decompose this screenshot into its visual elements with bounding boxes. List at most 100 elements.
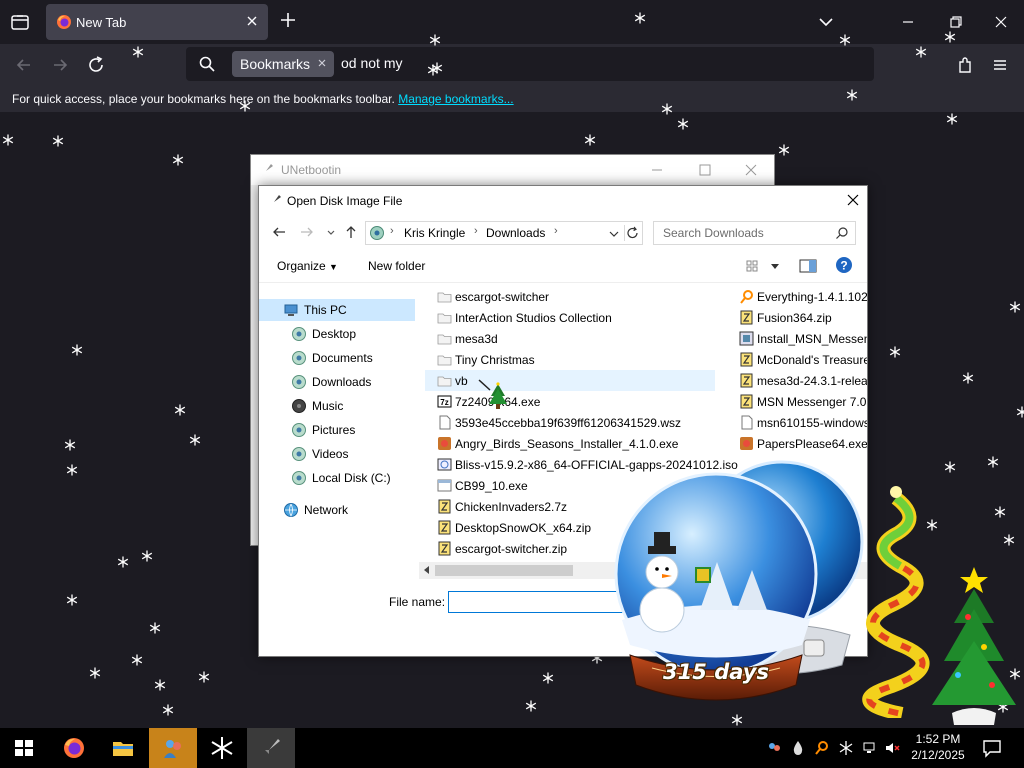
file-name: InterAction Studios Collection [455,311,612,325]
unetbootin-rocket-icon [270,195,281,206]
nav-this-pc[interactable]: This PC [259,299,415,321]
nav-network[interactable]: Network [259,499,415,521]
nav-downloads[interactable]: Downloads [259,371,415,393]
nav-label: Pictures [312,423,356,437]
new-tab-plus-icon[interactable] [278,10,298,30]
nav-label: This PC [304,303,347,317]
everything-search-icon[interactable] [814,740,830,756]
nav-videos[interactable]: Videos [259,443,415,465]
address-bar[interactable]: Bookmarks od not my [186,47,874,81]
snowflake-icon [198,671,210,683]
organize-button[interactable]: Organize ▼ [277,259,338,273]
snowflake-icon[interactable] [838,740,854,756]
nav-music[interactable]: Music [259,395,415,417]
snowflake-icon [1003,534,1015,546]
maximize-icon[interactable] [699,164,711,176]
chevron-down-icon[interactable] [769,260,781,272]
chevron-down-icon[interactable] [816,12,836,32]
minimize-icon[interactable] [896,10,920,34]
snowflake-icon [915,46,927,58]
water-drop-icon[interactable] [790,740,806,756]
file-item[interactable]: InterAction Studios Collection [425,307,715,328]
reload-icon[interactable] [84,53,108,77]
scrollbar-thumb[interactable] [435,565,573,576]
nav-pictures[interactable]: Pictures [259,419,415,441]
close-tab-icon[interactable] [244,13,260,29]
file-name: Install_MSN_Messeng [757,332,867,346]
firefox-view-button[interactable] [8,10,32,34]
pictures-icon [292,423,306,437]
nav-local-disk[interactable]: Local Disk (C:) [259,467,415,489]
preview-pane-icon[interactable] [799,258,817,274]
tab-new-tab[interactable]: New Tab [46,4,268,40]
file-item[interactable]: MSN Messenger 7.0.0 [727,391,867,412]
system-clock[interactable]: 1:52 PM 2/12/2025 [906,731,970,763]
windows-logo-icon [15,740,33,756]
taskbar-file-explorer[interactable] [99,728,147,768]
back-arrow-icon[interactable] [271,224,287,240]
help-icon[interactable]: ? [835,256,853,274]
close-icon[interactable] [745,164,757,176]
file-item[interactable]: escargot-switcher [425,286,715,307]
zip-archive-icon [438,541,451,556]
start-button[interactable] [0,728,48,768]
close-icon[interactable] [845,192,861,208]
forward-arrow-icon[interactable] [48,53,72,77]
file-item[interactable]: 7z7z2409-x64.exe [425,391,715,412]
taskbar-firefox[interactable] [50,728,98,768]
file-item[interactable]: 3593e45ccebba19f639ff61206341529.wsz [425,412,715,433]
file-item[interactable]: msn610155-windows [727,412,867,433]
taskbar-snow-app[interactable] [198,728,246,768]
nav-desktop[interactable]: Desktop [259,323,415,345]
extensions-icon[interactable] [953,53,977,77]
file-item[interactable]: mesa3d [425,328,715,349]
installer-icon [739,331,754,346]
recent-locations-chevron-icon[interactable] [323,224,339,240]
nav-label: Downloads [312,375,372,389]
remove-chip-icon[interactable] [314,55,330,71]
search-downloads-field[interactable]: Search Downloads [653,221,856,245]
file-item[interactable]: Angry_Birds_Seasons_Installer_4.1.0.exe [425,433,715,454]
file-item[interactable]: Install_MSN_Messeng [727,328,867,349]
file-item[interactable]: Fusion364.zip [727,307,867,328]
nav-label: Videos [312,447,349,461]
forward-arrow-icon[interactable] [299,224,315,240]
view-options-icon[interactable] [745,258,763,274]
search-mode-chip[interactable]: Bookmarks [232,51,335,77]
nav-label: Documents [312,351,373,365]
taskbar-interaction-studios[interactable] [149,728,197,768]
scroll-left-arrow-icon[interactable] [421,564,433,576]
network-tray-icon[interactable] [862,740,878,756]
chevron-down-icon[interactable] [608,228,620,240]
file-item[interactable]: Tiny Christmas [425,349,715,370]
manage-bookmarks-link[interactable]: Manage bookmarks... [398,92,513,106]
breadcrumb-bar[interactable]: › Kris Kringle › Downloads › [365,221,643,245]
search-mode-label: Bookmarks [240,56,311,72]
file-item[interactable]: Everything-1.4.1.1026 [727,286,867,307]
tab-strip: New Tab [0,0,1024,44]
user-folder-icon [370,226,384,240]
people-tray-icon[interactable] [766,740,782,756]
refresh-icon[interactable] [624,225,641,241]
volume-muted-icon[interactable] [884,740,900,756]
folder-icon [437,313,452,324]
breadcrumb-downloads[interactable]: Downloads [486,226,545,240]
snowflake-icon [946,113,958,125]
address-input-text[interactable]: od not my [341,55,402,71]
back-arrow-icon[interactable] [12,53,36,77]
up-arrow-icon[interactable] [343,224,359,240]
minimize-icon[interactable] [651,164,663,176]
folder-icon [437,292,452,303]
close-window-icon[interactable] [989,10,1013,34]
notifications-icon[interactable] [982,738,1002,758]
taskbar-unetbootin[interactable] [247,728,295,768]
clock-date: 2/12/2025 [911,748,965,762]
new-folder-button[interactable]: New folder [368,259,425,273]
breadcrumb-kris-kringle[interactable]: Kris Kringle [404,226,465,240]
file-item[interactable]: vb [425,370,715,391]
menu-icon[interactable] [988,53,1012,77]
file-item[interactable]: mesa3d-24.3.1-releas [727,370,867,391]
file-item[interactable]: McDonald's Treasure [727,349,867,370]
nav-documents[interactable]: Documents [259,347,415,369]
snowflake-icon [525,700,537,712]
